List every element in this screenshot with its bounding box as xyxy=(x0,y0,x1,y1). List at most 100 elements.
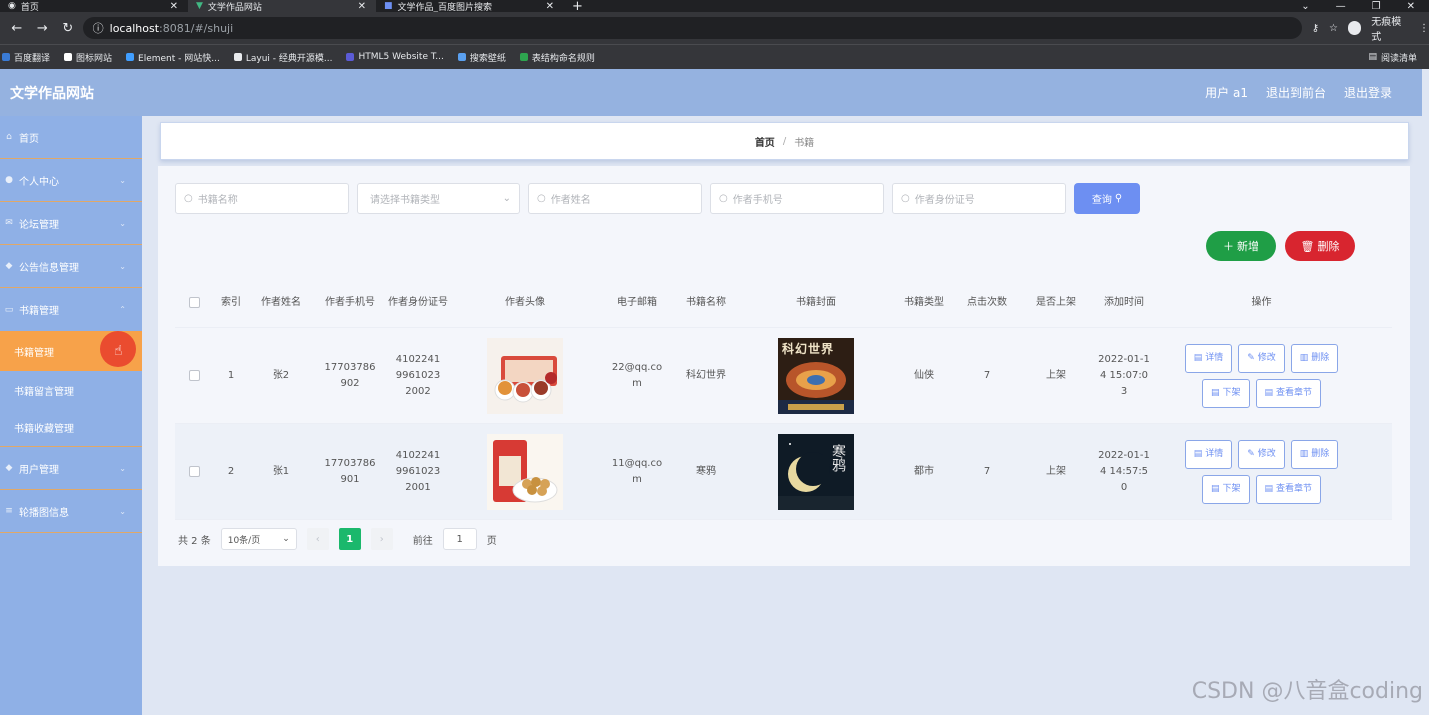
sidebar-subitem-book-comments[interactable]: 书籍留言管理 xyxy=(0,371,142,409)
tab-search-icon[interactable]: ⌄ xyxy=(1301,1,1309,12)
close-tab-icon[interactable]: ✕ xyxy=(358,1,366,12)
button-label: 下架 xyxy=(1222,388,1241,398)
bookmark-item[interactable]: 表结构命名规则 xyxy=(519,51,595,64)
sidebar-subitem-book-favorites[interactable]: 书籍收藏管理 xyxy=(0,409,142,447)
browser-tab-bar: ◉ 首页 ✕ ▼ 文学作品网站 ✕ ■ 文学作品_百度图片搜索 ✕ + ⌄ — … xyxy=(0,0,1429,14)
table-row: 1 张2 17703786902 410224199610232002 22@q… xyxy=(175,328,1392,424)
cover-title: 寒鸦 xyxy=(830,443,846,472)
sidebar-item-label: 书籍管理 xyxy=(14,347,54,359)
sidebar-subitem-book-manage[interactable]: 书籍管理 ☝ xyxy=(0,331,142,371)
bookmark-item[interactable]: 百度翻译 xyxy=(2,51,50,64)
sidebar-item-books[interactable]: ▭ 书籍管理 ⌃ xyxy=(0,288,142,331)
author-name-input[interactable]: ○ 作者姓名 xyxy=(528,183,702,214)
menu-dots-icon[interactable]: ⋮ xyxy=(1419,23,1429,34)
main-area: 首页 / 书籍 ○ 书籍名称 请选择书籍类型 ⌄ ○ 作者姓名 ○ 作者手机号 ○ 作者身… xyxy=(158,116,1410,715)
url-field[interactable]: ⓘ localhost :8081/#/shuji xyxy=(82,17,1302,39)
edit-button[interactable]: ✎ 修改 xyxy=(1238,343,1285,373)
button-label: 修改 xyxy=(1257,449,1276,459)
chevron-down-icon: ⌄ xyxy=(282,534,290,544)
incognito-label: 无痕模式 xyxy=(1371,17,1402,43)
folder-icon xyxy=(64,53,73,61)
row-checkbox[interactable] xyxy=(188,370,200,381)
chevron-down-icon: ⌄ xyxy=(119,175,126,185)
browser-tab-baidu[interactable]: ■ 文学作品_百度图片搜索 ✕ xyxy=(376,0,564,13)
incognito-avatar[interactable] xyxy=(1347,21,1362,35)
bookmark-item[interactable]: Layui - 经典开源模... xyxy=(233,51,332,64)
browser-tab-app[interactable]: ▼ 文学作品网站 ✕ xyxy=(188,0,376,13)
close-tab-icon[interactable]: ✕ xyxy=(546,1,554,12)
breadcrumb-home[interactable]: 首页 xyxy=(755,134,775,149)
bookmark-item[interactable]: HTML5 Website T... xyxy=(346,52,444,62)
hand-cursor-icon: ☝ xyxy=(114,343,123,359)
cell-clicks: 7 xyxy=(983,465,991,477)
goto-page-input[interactable]: 1 xyxy=(442,528,477,550)
book-name-input[interactable]: ○ 书籍名称 xyxy=(175,183,349,214)
bookmark-item[interactable]: 搜索壁纸 xyxy=(457,51,506,64)
select-all-checkbox[interactable] xyxy=(188,297,200,308)
breadcrumb: 首页 / 书籍 xyxy=(160,122,1409,160)
close-tab-icon[interactable]: ✕ xyxy=(170,1,178,12)
add-button[interactable]: ＋新增 xyxy=(1206,231,1276,261)
offshelf-button[interactable]: ▤ 下架 xyxy=(1201,474,1250,504)
back-icon[interactable]: ← xyxy=(8,21,26,36)
minimize-icon[interactable]: — xyxy=(1336,1,1346,12)
vue-icon: ▼ xyxy=(196,1,203,11)
page-size-select[interactable]: 10条/页 ⌄ xyxy=(220,528,297,550)
bookmark-item[interactable]: Element - 网站快... xyxy=(126,51,220,64)
sidebar-item-carousel[interactable]: ≡ 轮播图信息 ⌄ xyxy=(0,490,142,533)
bookmark-item[interactable]: 图标网站 xyxy=(64,51,112,64)
author-id-input[interactable]: ○ 作者身份证号 xyxy=(892,183,1066,214)
view-chapters-button[interactable]: ▤ 查看章节 xyxy=(1255,378,1322,408)
offshelf-button[interactable]: ▤ 下架 xyxy=(1201,378,1250,408)
address-bar-row: ← → ↻ ⓘ localhost :8081/#/shuji ⚷ ☆ 无痕模式… xyxy=(0,12,1429,44)
back-to-frontend-link[interactable]: 退出到前台 xyxy=(1266,84,1326,101)
prev-page-button[interactable]: ‹ xyxy=(306,528,329,550)
sidebar-item-label: 书籍留言管理 xyxy=(14,386,74,398)
sidebar-item-label: 首页 xyxy=(19,133,39,145)
star-icon[interactable]: ☆ xyxy=(1329,23,1338,34)
delete-button[interactable]: ▥ 删除 xyxy=(1290,343,1339,373)
batch-delete-button[interactable]: 🗑 删除 xyxy=(1285,231,1355,261)
maximize-icon[interactable]: ❐ xyxy=(1372,1,1381,12)
sidebar-item-users[interactable]: ◆ 用户管理 ⌄ xyxy=(0,447,142,490)
edit-button[interactable]: ✎ 修改 xyxy=(1238,439,1285,469)
author-avatar-image xyxy=(487,337,563,414)
delete-button[interactable]: ▥ 删除 xyxy=(1290,439,1339,469)
detail-button[interactable]: ▤ 详情 xyxy=(1184,439,1233,469)
layui-icon xyxy=(233,53,242,61)
button-label: 查看章节 xyxy=(1276,484,1313,494)
row-checkbox[interactable] xyxy=(188,466,200,477)
edit-icon: ✎ xyxy=(1247,449,1255,459)
reading-list[interactable]: ▤ 阅读清单 xyxy=(1368,51,1429,64)
next-page-button[interactable]: › xyxy=(370,528,393,550)
col-header: 作者头像 xyxy=(505,296,545,308)
sidebar-item-notice[interactable]: ◆ 公告信息管理 ⌄ xyxy=(0,245,142,288)
doc-icon: ▤ xyxy=(1193,353,1203,363)
tab-label: 文学作品_百度图片搜索 xyxy=(397,2,493,13)
sidebar-item-home[interactable]: ⌂ 首页 xyxy=(0,116,142,159)
page-size-value: 10条/页 xyxy=(227,535,261,546)
chevron-down-icon: ⌄ xyxy=(119,506,126,516)
sidebar-item-forum[interactable]: ✉ 论坛管理 ⌄ xyxy=(0,202,142,245)
page-number-active[interactable]: 1 xyxy=(338,528,361,550)
snack-gift-box-image xyxy=(494,355,557,402)
query-button[interactable]: 查询 ⚲ xyxy=(1074,183,1140,214)
browser-tab-home[interactable]: ◉ 首页 ✕ xyxy=(0,0,188,13)
view-chapters-button[interactable]: ▤ 查看章节 xyxy=(1255,474,1322,504)
cell-book-type: 仙侠 xyxy=(914,369,934,381)
bookmark-label: Element - 网站快... xyxy=(138,53,220,64)
sidebar-item-profile[interactable]: ● 个人中心 ⌄ xyxy=(0,159,142,202)
book-type-select[interactable]: 请选择书籍类型 ⌄ xyxy=(357,183,520,214)
placeholder: 作者身份证号 xyxy=(914,195,975,206)
logout-link[interactable]: 退出登录 xyxy=(1344,84,1392,101)
author-phone-input[interactable]: ○ 作者手机号 xyxy=(710,183,884,214)
window-close-icon[interactable]: ✕ xyxy=(1407,1,1415,12)
cell-clicks: 7 xyxy=(983,369,991,381)
book-icon: ▭ xyxy=(4,304,14,315)
forward-icon[interactable]: → xyxy=(34,21,52,36)
nuts-snack-image xyxy=(493,439,558,502)
reload-icon[interactable]: ↻ xyxy=(59,21,77,36)
key-icon[interactable]: ⚷ xyxy=(1312,23,1319,34)
table-header: 索引 作者姓名 作者手机号 作者身份证号 作者头像 电子邮箱 书籍名称 书籍封面… xyxy=(175,278,1392,328)
detail-button[interactable]: ▤ 详情 xyxy=(1184,343,1233,373)
